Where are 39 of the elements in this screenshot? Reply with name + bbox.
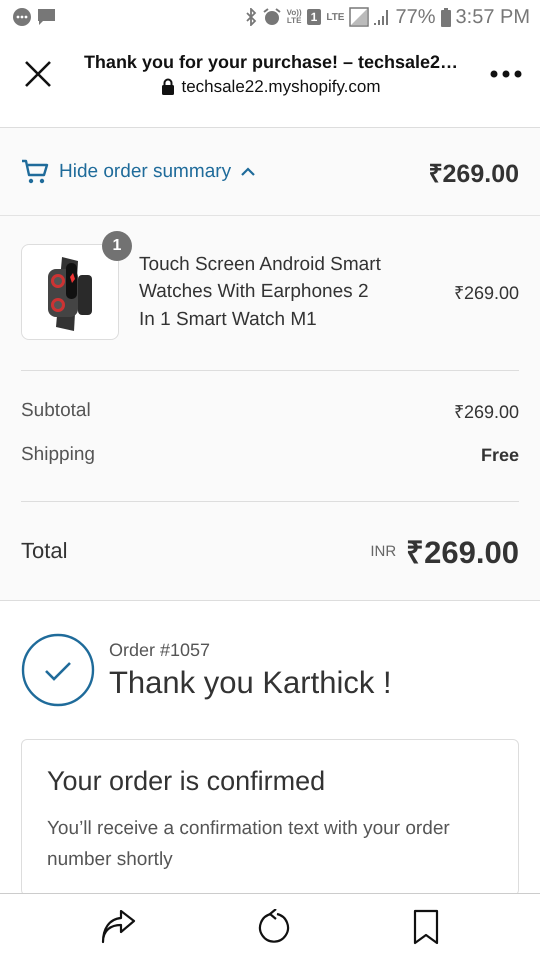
- bluetooth-icon: [244, 8, 257, 26]
- close-icon: [24, 60, 52, 88]
- battery-percent: 77%: [395, 6, 436, 28]
- cart-icon: [21, 158, 49, 184]
- product-name: Touch Screen Android Smart Watches With Earphones 2 In 1 Smart Watch M1: [139, 252, 382, 332]
- share-icon: [100, 910, 137, 944]
- network-label: LTE: [326, 12, 344, 22]
- clock-time: 3:57 PM: [456, 6, 530, 28]
- lock-icon: [161, 78, 176, 95]
- bookmark-icon: [413, 909, 440, 945]
- product-price: ₹269.00: [454, 282, 519, 304]
- page-title: Thank you for your purchase! – techsale2…: [84, 52, 458, 72]
- sim-badge: 1: [306, 9, 322, 25]
- chevron-icon: [241, 166, 256, 176]
- signal-bars-icon: [374, 8, 390, 26]
- thank-you-heading: Thank you Karthick !: [109, 664, 392, 700]
- volte-label: Vo)) LTE: [286, 9, 302, 25]
- page-url: techsale22.myshopify.com: [181, 76, 381, 96]
- order-number: Order #1057: [109, 640, 212, 660]
- reload-icon: [258, 909, 292, 945]
- confirmation-text: You’ll receive a confirmation text with your order number shortly: [47, 817, 451, 872]
- alarm-icon: [262, 7, 282, 27]
- summary-value: ₹269.00: [454, 401, 519, 423]
- order-summary-toggle[interactable]: Hide order summary: [21, 158, 256, 184]
- summary-value: Free: [480, 444, 519, 466]
- summary-label: Shipping: [21, 444, 95, 466]
- battery-icon: [440, 8, 451, 26]
- summary-total: ₹269.00: [428, 158, 519, 188]
- signal-icon: [349, 7, 370, 27]
- chat-icon: [12, 7, 32, 27]
- summary-label: Subtotal: [21, 400, 91, 422]
- message-icon: [37, 8, 56, 26]
- currency-code: INR: [370, 542, 396, 560]
- more-icon: [490, 70, 522, 78]
- confirmation-title: Your order is confirmed: [47, 766, 326, 797]
- total-label: Total: [21, 538, 68, 564]
- total-amount: ₹269.00: [406, 534, 519, 572]
- checkmark-circle-icon: [21, 633, 95, 707]
- quantity-badge: 1: [102, 231, 132, 261]
